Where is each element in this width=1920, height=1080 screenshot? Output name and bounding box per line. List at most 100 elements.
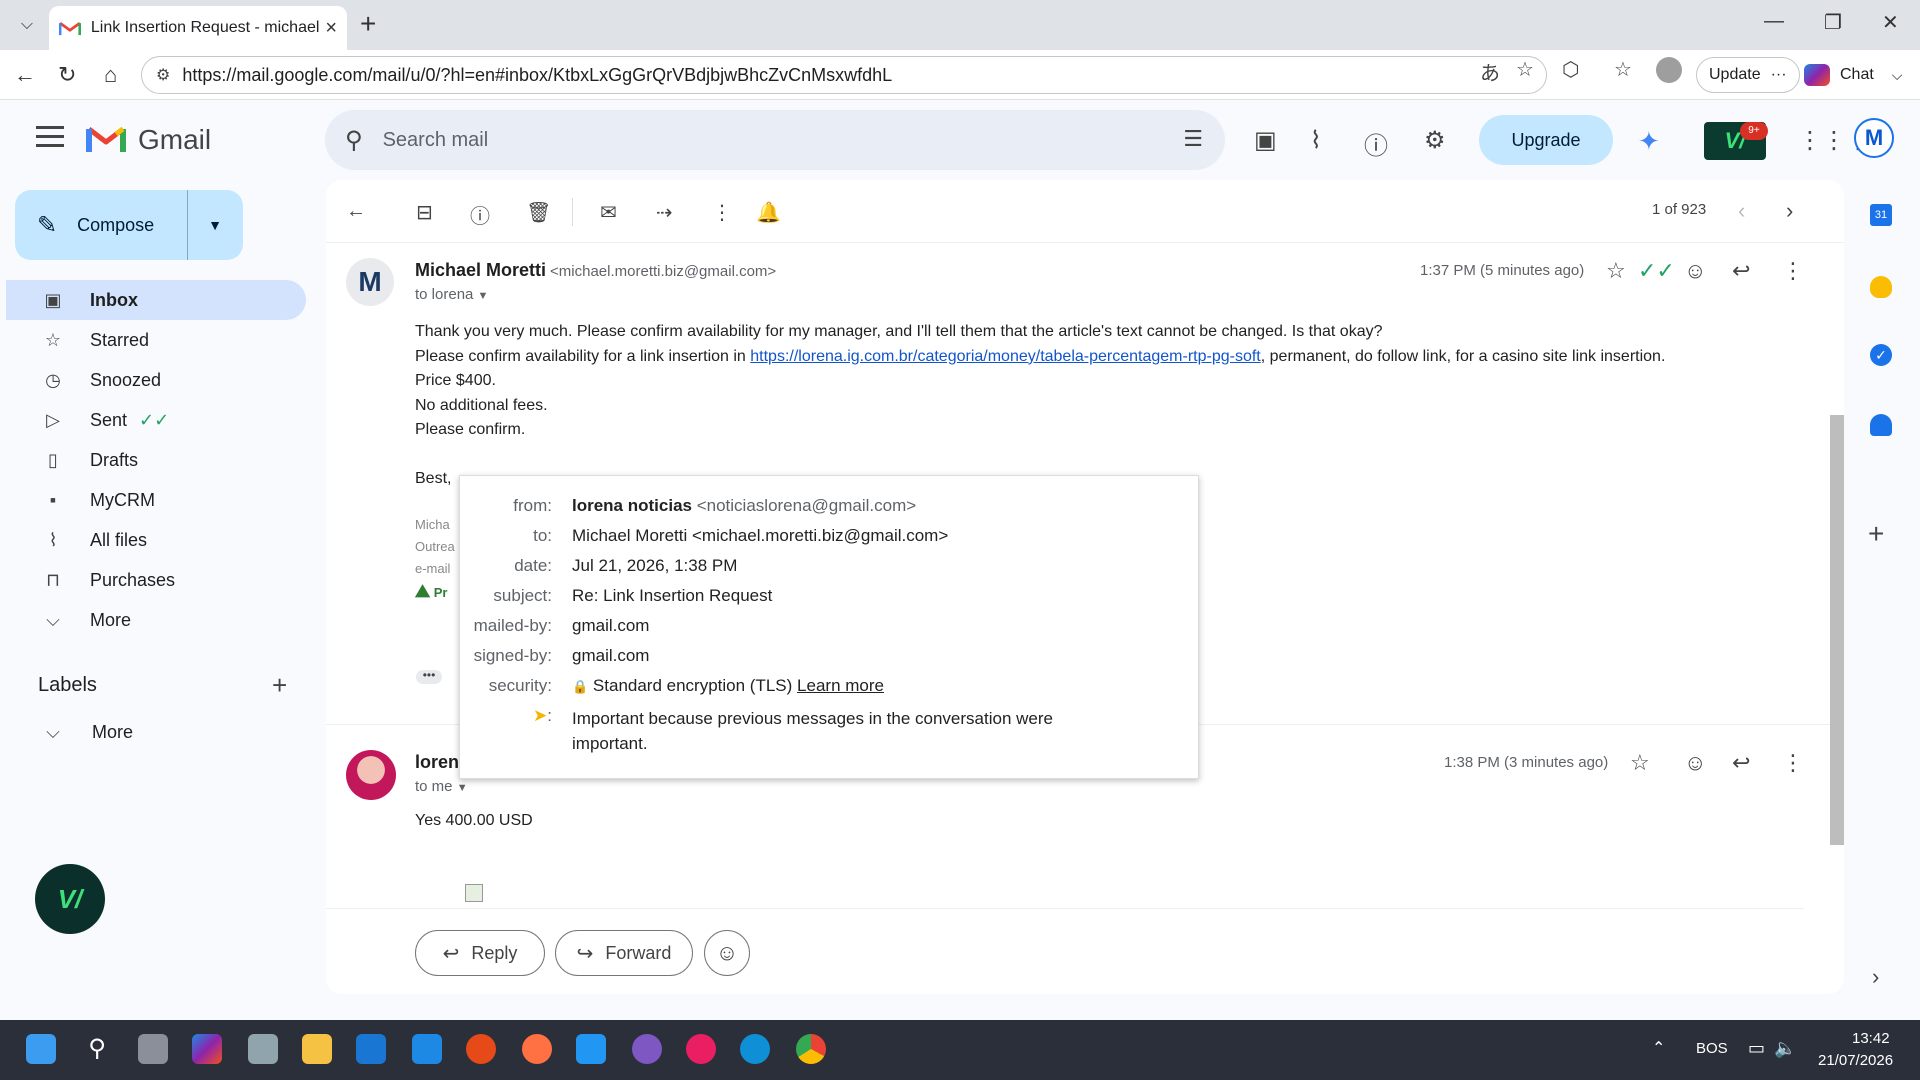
- outlook-icon[interactable]: [412, 1034, 442, 1064]
- emoji-icon[interactable]: ☺: [1684, 258, 1706, 284]
- home-icon[interactable]: ⌂: [104, 62, 117, 88]
- more-options-icon[interactable]: ⋮: [712, 200, 732, 225]
- older-icon[interactable]: ›: [1786, 198, 1793, 224]
- sidebar-item-snoozed[interactable]: ◷ Snoozed: [6, 360, 306, 400]
- contacts-icon[interactable]: [1870, 414, 1892, 436]
- sidebar-item-mycrm[interactable]: ▪ MyCRM: [6, 480, 306, 520]
- main-menu-icon[interactable]: [36, 126, 64, 153]
- favorites-icon[interactable]: ☆: [1614, 57, 1632, 82]
- more-options-icon[interactable]: ⋮: [1782, 750, 1804, 776]
- add-label-icon[interactable]: +: [272, 670, 287, 701]
- maximize-icon[interactable]: ❐: [1824, 10, 1842, 35]
- bell-icon[interactable]: 🔔: [756, 200, 781, 225]
- sidebar-item-more[interactable]: ⌵ More: [6, 600, 306, 640]
- search-bar[interactable]: ⚲ Search mail ☰: [325, 110, 1225, 170]
- attachment-icon[interactable]: ⌇: [1310, 126, 1322, 155]
- archive-icon[interactable]: ⊟: [416, 200, 433, 225]
- emoji-icon[interactable]: ☺: [1684, 750, 1706, 776]
- language-indicator[interactable]: BOS: [1696, 1040, 1728, 1057]
- close-window-icon[interactable]: ✕: [1882, 10, 1899, 35]
- tab-close-icon[interactable]: ×: [325, 17, 337, 40]
- mark-unread-icon[interactable]: ✉: [600, 200, 617, 225]
- clock-date[interactable]: 21/07/2026: [1818, 1052, 1893, 1069]
- new-tab-icon[interactable]: +: [360, 10, 376, 38]
- sender-avatar[interactable]: [346, 750, 396, 800]
- copilot-chat-button[interactable]: Chat ⌵: [1804, 57, 1916, 93]
- edge-icon[interactable]: [740, 1034, 770, 1064]
- star-icon[interactable]: ☆: [1630, 750, 1650, 776]
- learn-more-link[interactable]: Learn more: [797, 676, 884, 695]
- copilot-icon[interactable]: [192, 1034, 222, 1064]
- reply-icon[interactable]: ↩: [1732, 750, 1750, 776]
- sidebar-item-starred[interactable]: ☆ Starred: [6, 320, 306, 360]
- caret-down-icon[interactable]: ▼: [457, 782, 468, 794]
- search-icon[interactable]: ⚲: [345, 126, 363, 155]
- keep-icon[interactable]: [1870, 276, 1892, 298]
- sender-name[interactable]: Michael Moretti <michael.moretti.biz@gmai…: [415, 260, 776, 281]
- tasks-icon[interactable]: ✓: [1870, 344, 1892, 366]
- browser-app-icon[interactable]: [466, 1034, 496, 1064]
- volume-icon[interactable]: 🔈: [1774, 1038, 1796, 1059]
- contacts-card-icon[interactable]: ▣: [1254, 126, 1277, 155]
- browser-tab[interactable]: Link Insertion Request - michael.m ×: [49, 6, 347, 50]
- star-icon[interactable]: ☆: [1606, 258, 1626, 284]
- move-to-icon[interactable]: ⇢: [656, 200, 673, 225]
- caret-down-icon[interactable]: ▼: [478, 290, 489, 302]
- compose-button[interactable]: ✎ Compose ▼: [15, 190, 243, 260]
- show-trimmed-content-button[interactable]: •••: [416, 669, 442, 684]
- store-icon[interactable]: [356, 1034, 386, 1064]
- profile-avatar[interactable]: [1656, 57, 1682, 83]
- settings-gear-icon[interactable]: ⚙: [1424, 126, 1446, 155]
- sender-name[interactable]: loren: [415, 752, 459, 773]
- get-addons-icon[interactable]: +: [1868, 518, 1884, 550]
- tray-expand-icon[interactable]: ⌃: [1652, 1038, 1665, 1058]
- network-icon[interactable]: ▭: [1748, 1038, 1765, 1059]
- recipient-line[interactable]: to me ▼: [415, 778, 468, 795]
- viber-icon[interactable]: [632, 1034, 662, 1064]
- slack-icon[interactable]: [686, 1034, 716, 1064]
- sidebar-item-sent[interactable]: ▷ Sent ✓✓: [6, 400, 306, 440]
- back-icon[interactable]: ←: [14, 62, 36, 88]
- url-field[interactable]: ⚙ https://mail.google.com/mail/u/0/?hl=e…: [141, 56, 1547, 94]
- reply-button[interactable]: ↩ Reply: [415, 930, 545, 976]
- compose-dropdown-icon[interactable]: ▼: [208, 217, 222, 233]
- tab-search-icon[interactable]: ⌵: [10, 8, 44, 42]
- sidebar-item-inbox[interactable]: ▣ Inbox: [6, 280, 306, 320]
- recipient-line[interactable]: to lorena ▼: [415, 286, 488, 303]
- newer-icon[interactable]: ‹: [1738, 198, 1745, 224]
- task-view-icon[interactable]: [138, 1034, 168, 1064]
- site-info-icon[interactable]: ⚙: [156, 65, 170, 85]
- scrollbar-thumb[interactable]: [1830, 415, 1844, 845]
- notepad-icon[interactable]: [576, 1034, 606, 1064]
- forward-button[interactable]: ↪ Forward: [555, 930, 693, 976]
- update-button[interactable]: Update ···: [1696, 57, 1800, 93]
- search-icon[interactable]: ⚲: [82, 1034, 112, 1064]
- sidebar-item-purchases[interactable]: ⊓ Purchases: [6, 560, 306, 600]
- labels-more-button[interactable]: ⌵ More: [40, 722, 133, 743]
- gemini-sparkle-icon[interactable]: ✦: [1638, 126, 1660, 157]
- sender-avatar[interactable]: M: [346, 258, 394, 306]
- sidebar-item-drafts[interactable]: ▯ Drafts: [6, 440, 306, 480]
- delete-icon[interactable]: 🗑: [526, 200, 551, 225]
- reload-icon[interactable]: ↻: [58, 62, 76, 88]
- emoji-reaction-button[interactable]: ☺: [704, 930, 750, 976]
- clock-time[interactable]: 13:42: [1852, 1030, 1890, 1047]
- start-icon[interactable]: [26, 1034, 56, 1064]
- more-options-icon[interactable]: ⋮: [1782, 258, 1804, 284]
- article-link[interactable]: https://lorena.ig.com.br/categoria/money…: [750, 348, 1260, 365]
- search-options-icon[interactable]: ☰: [1183, 126, 1203, 152]
- help-icon[interactable]: ⓘ: [1364, 126, 1388, 161]
- back-to-inbox-icon[interactable]: ←: [346, 200, 366, 223]
- account-avatar[interactable]: M: [1854, 118, 1894, 158]
- file-explorer-icon[interactable]: [302, 1034, 332, 1064]
- firefox-icon[interactable]: [522, 1034, 552, 1064]
- gmail-logo-icon[interactable]: [86, 124, 126, 154]
- calendar-icon[interactable]: 31: [1870, 204, 1892, 226]
- report-spam-icon[interactable]: ⓘ: [470, 200, 490, 229]
- show-side-panel-icon[interactable]: ›: [1872, 964, 1879, 990]
- calculator-icon[interactable]: [248, 1034, 278, 1064]
- extension-fab-icon[interactable]: V/: [35, 864, 105, 934]
- extensions-icon[interactable]: ⬡: [1562, 57, 1579, 82]
- bookmark-star-icon[interactable]: ☆: [1516, 57, 1534, 82]
- sidebar-item-all-files[interactable]: ⌇ All files: [6, 520, 306, 560]
